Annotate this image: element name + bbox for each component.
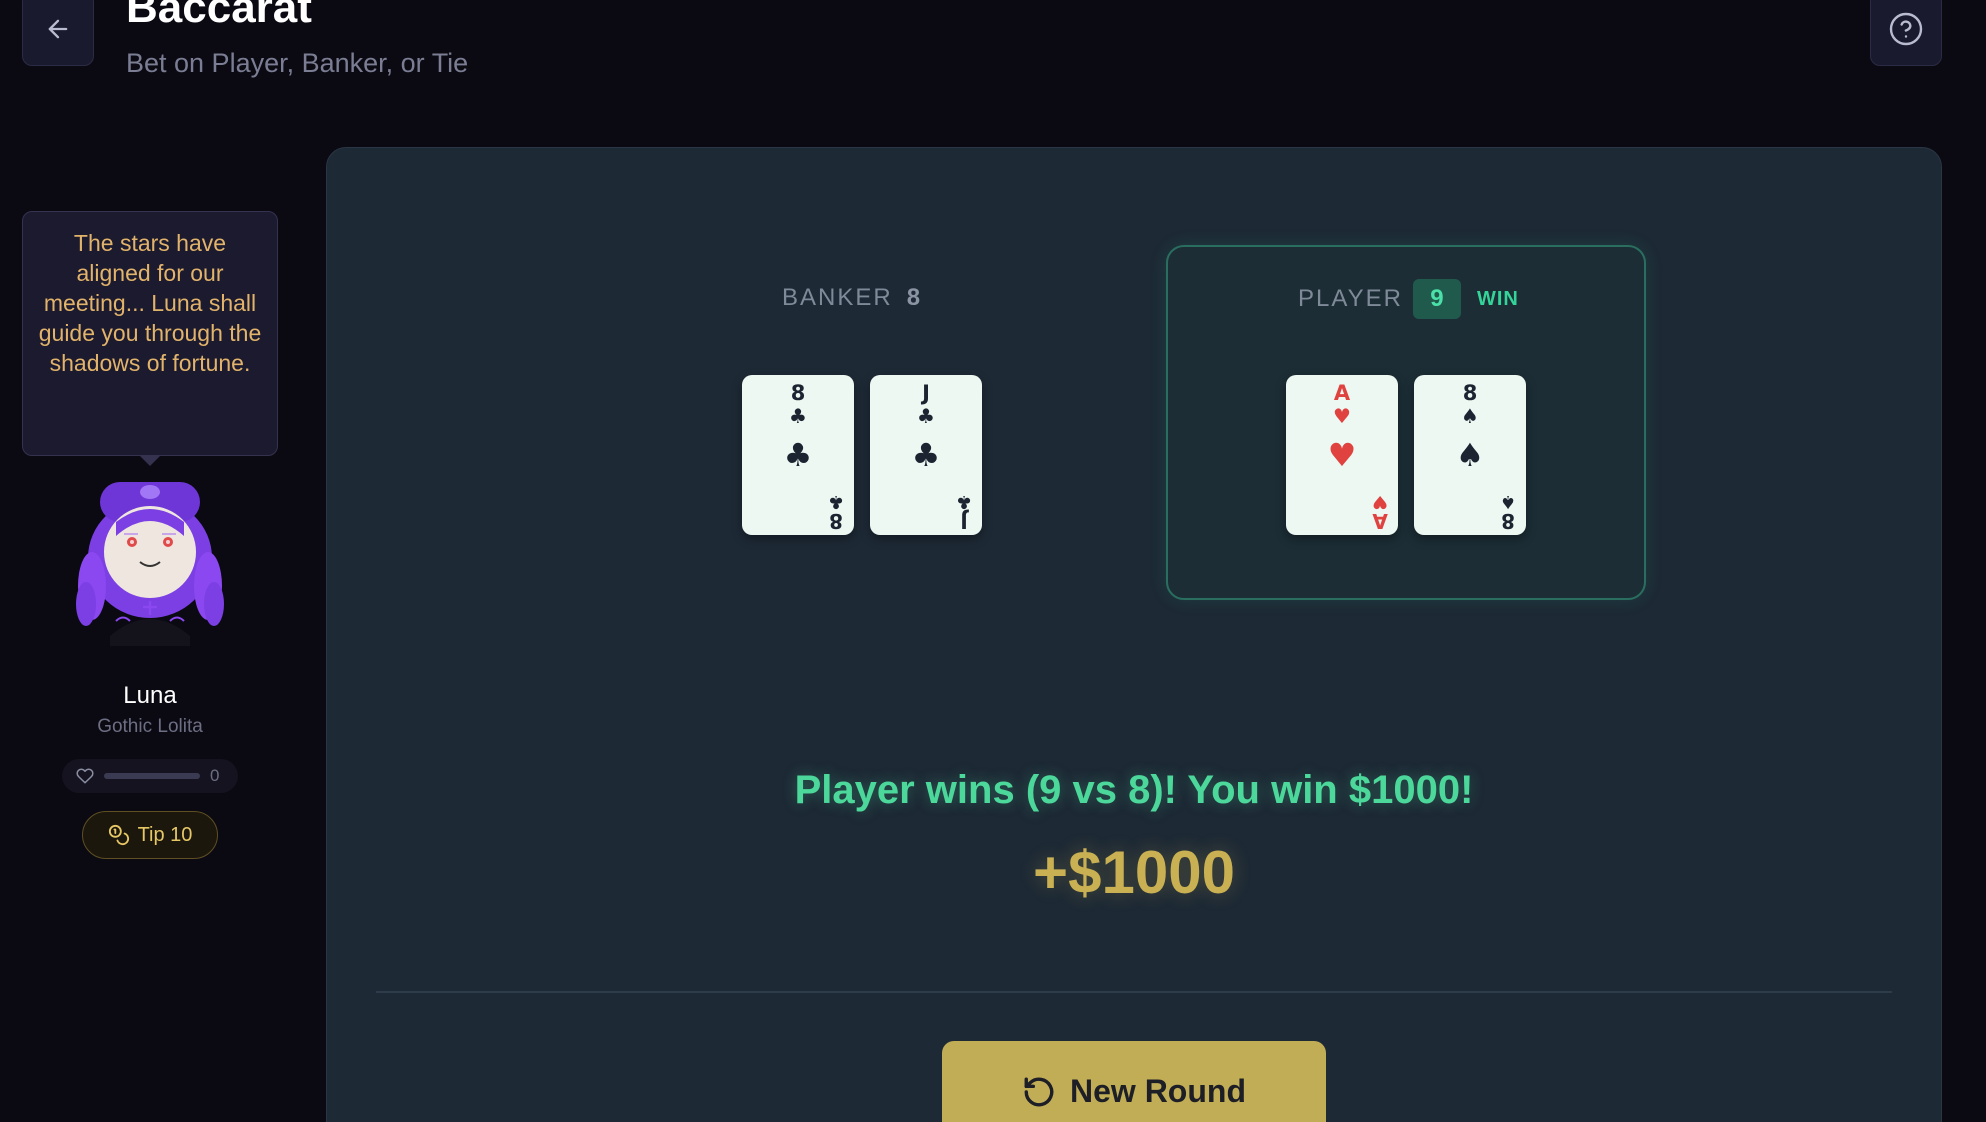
- player-label: PLAYER: [1298, 285, 1403, 312]
- card-corner: 8 ♠: [1499, 491, 1516, 533]
- game-table: [326, 147, 1942, 1122]
- card-corner: A ♥: [1371, 491, 1388, 533]
- win-badge: WIN: [1476, 287, 1519, 310]
- card-rank: 8: [1462, 381, 1478, 405]
- heart-icon: [76, 768, 94, 784]
- page-subtitle: Bet on Player, Banker, or Tie: [126, 48, 469, 78]
- player-score: 9: [1412, 279, 1461, 319]
- payout-amount: +$1000: [1033, 839, 1235, 906]
- page-title: Baccarat: [126, 0, 312, 32]
- new-round-button[interactable]: New Round: [942, 1041, 1326, 1122]
- companion-name: Luna: [123, 682, 177, 709]
- card-corner: J ♣: [955, 491, 972, 533]
- card-corner-suit: ♣: [955, 491, 972, 512]
- card-suit: ♣: [917, 404, 935, 428]
- banker-label: BANKER: [782, 284, 893, 311]
- tip-label: Tip 10: [137, 823, 193, 846]
- question-circle-icon: [1889, 12, 1923, 46]
- back-button[interactable]: [22, 0, 94, 66]
- speech-bubble-tail: [140, 456, 160, 466]
- player-header: PLAYER 9 WIN: [1298, 279, 1519, 319]
- tip-button[interactable]: Tip 10: [82, 811, 218, 859]
- baccarat-screen: Baccarat Bet on Player, Banker, or Tie T…: [0, 0, 1986, 1122]
- card-corner-rank: 8: [1500, 509, 1515, 533]
- arrow-left-icon: [48, 19, 68, 39]
- card-rank: J: [922, 381, 930, 405]
- card-corner-rank: J: [960, 509, 968, 533]
- card-rank: A: [1333, 381, 1351, 405]
- companion-avatar[interactable]: [70, 476, 230, 646]
- card-corner-suit: ♠: [1499, 491, 1516, 512]
- card-suit: ♥: [1333, 404, 1351, 428]
- divider: [376, 991, 1892, 993]
- rotate-ccw-icon: [1024, 1077, 1054, 1107]
- card-suit: ♣: [789, 404, 807, 428]
- banker-card-1: 8 ♣ ♣ 8 ♣: [742, 375, 854, 535]
- affinity-meter: 0: [62, 759, 238, 793]
- card-suit-center: ♥: [1327, 436, 1357, 474]
- card-suit-center: ♣: [783, 436, 813, 474]
- companion-style: Gothic Lolita: [97, 716, 203, 737]
- card-rank: 8: [790, 381, 806, 405]
- help-button[interactable]: [1870, 0, 1942, 66]
- companion-speech-bubble: The stars have aligned for our meeting..…: [22, 211, 278, 456]
- card-suit-center: ♣: [911, 436, 941, 474]
- player-card-1: A ♥ ♥ A ♥: [1286, 375, 1398, 535]
- affinity-bar: [104, 773, 200, 779]
- card-suit-center: ♠: [1455, 436, 1485, 474]
- affinity-value: 0: [210, 766, 220, 785]
- card-suit: ♠: [1461, 404, 1479, 428]
- banker-header: BANKER 8: [782, 284, 920, 312]
- result-message: Player wins (9 vs 8)! You win $1000!: [794, 768, 1474, 812]
- card-corner-rank: A: [1372, 509, 1388, 533]
- card-corner: 8 ♣: [827, 491, 844, 533]
- coins-icon: [108, 824, 129, 846]
- card-corner-rank: 8: [828, 509, 843, 533]
- card-corner-suit: ♥: [1371, 491, 1388, 512]
- player-card-2: 8 ♠ ♠ 8 ♠: [1414, 375, 1526, 535]
- card-corner-suit: ♣: [827, 491, 844, 512]
- banker-card-2: J ♣ ♣ J ♣: [870, 375, 982, 535]
- new-round-label: New Round: [1070, 1073, 1246, 1109]
- banker-score: 8: [906, 284, 921, 311]
